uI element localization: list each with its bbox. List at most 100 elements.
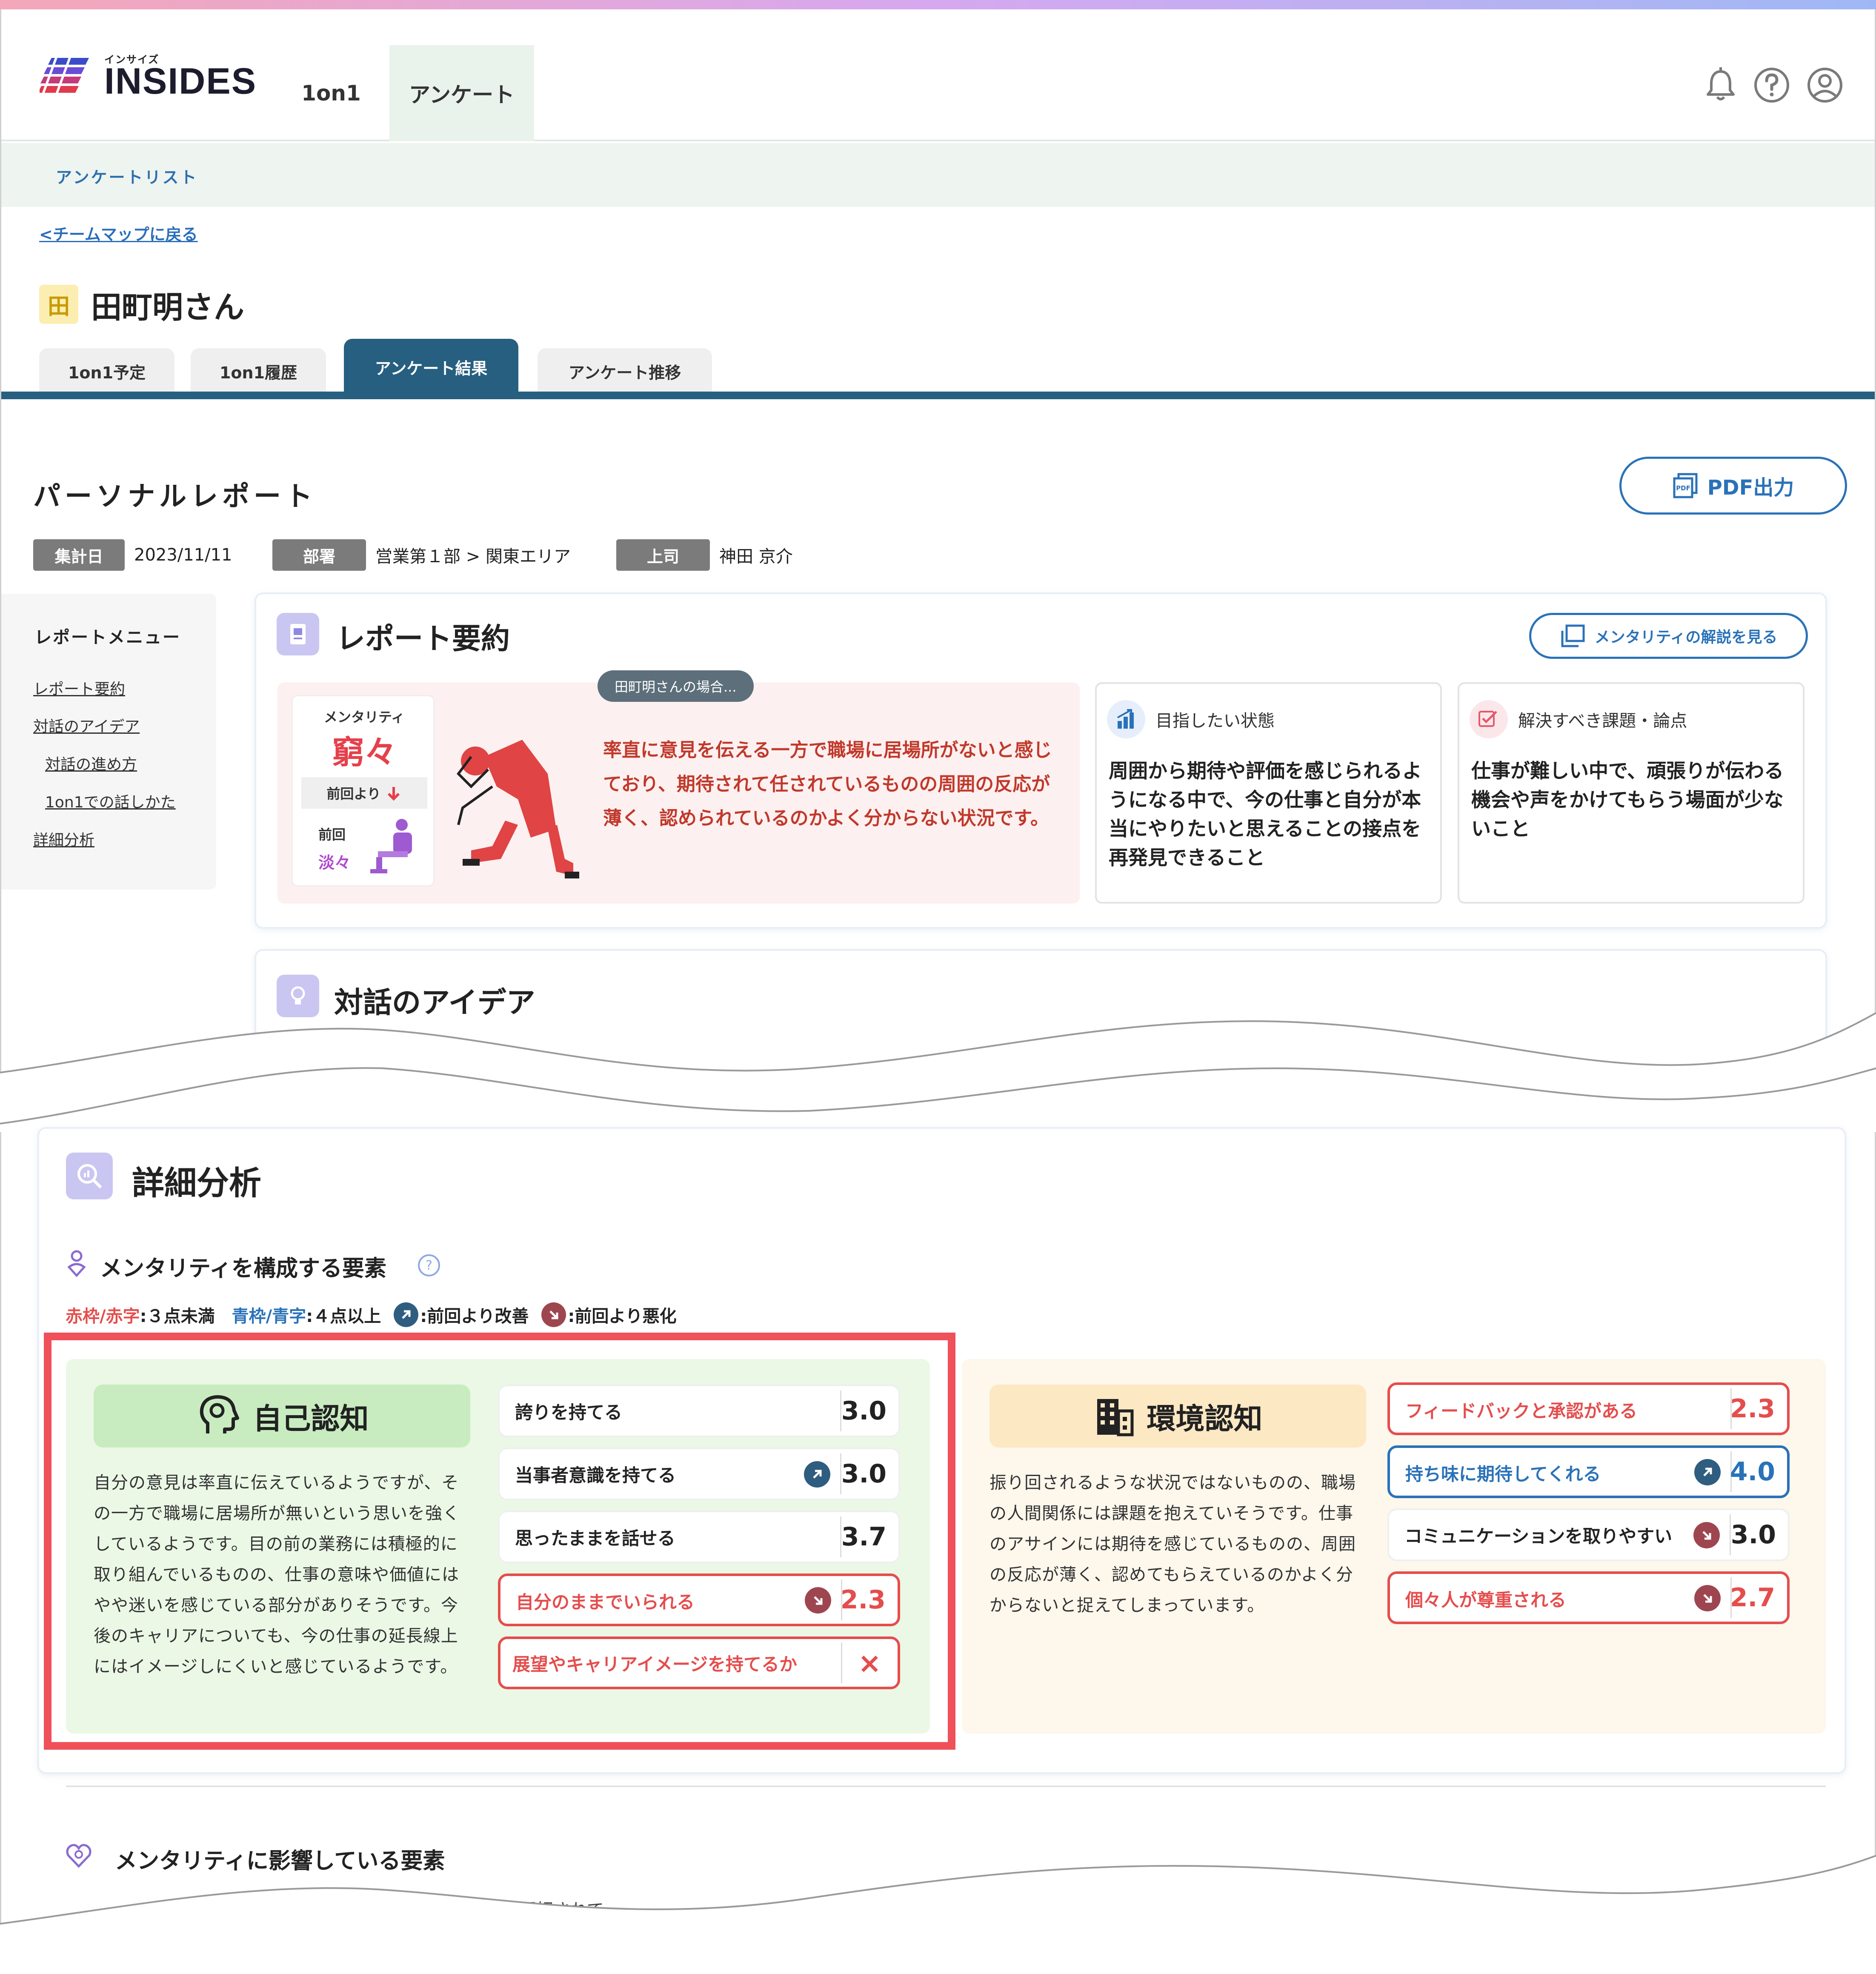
side-menu-item-detail[interactable]: 詳細分析: [33, 828, 94, 850]
summary-text: 率直に意見を伝える一方で職場に居場所がないと感じており、期待されて任されているも…: [603, 739, 1052, 829]
building-icon: [1097, 1399, 1134, 1436]
meta-department-label: 部署: [272, 539, 366, 571]
bell-icon[interactable]: [1699, 64, 1742, 106]
meta-date-value: 2023/11/11: [134, 545, 232, 565]
env-item-feedback-score: 2.3: [1730, 1394, 1775, 1424]
chart-up-icon: [1107, 700, 1145, 738]
logo[interactable]: インサイズ INSIDES: [36, 43, 256, 107]
env-item-communication-score: 3.0: [1730, 1520, 1776, 1550]
side-menu-item-dialog[interactable]: 対話のアイデア: [33, 714, 140, 736]
env-item-feedback-label: フィードバックと承認がある: [1405, 1400, 1638, 1422]
score-legend: 赤枠/赤字 :３点未満 青枠/青字 :４点以上 :前回より改善 :前回より悪化: [66, 1302, 677, 1327]
app-header: インサイズ INSIDES 1on1 アンケート: [1, 9, 1875, 141]
survey-list-link[interactable]: アンケートリスト: [56, 164, 198, 188]
goal-header: 目指したい状態: [1107, 700, 1275, 738]
person-heart-icon: [67, 1250, 86, 1277]
environment-recognition-desc: 振り回されるような状況ではないものの、職場の人間関係には課題を抱えていそうです。…: [989, 1473, 1356, 1615]
legend-red-text: :３点未満: [140, 1307, 215, 1326]
mentality-mini-card: メンタリティ 窮々 前回より 前回 淡々: [292, 695, 435, 887]
logo-mark-icon: [40, 55, 89, 98]
pdf-export-label: PDF出力: [1707, 476, 1794, 500]
side-menu-item-1on1-talk[interactable]: 1on1での話しかた: [45, 790, 176, 812]
legend-blue-label: 青枠/青字: [232, 1307, 306, 1326]
edit-note-icon: [1470, 700, 1508, 738]
prev-value: 淡々: [318, 853, 351, 872]
env-item-feedback: フィードバックと承認がある 2.3: [1387, 1382, 1790, 1435]
env-item-expectation: 持ち味に期待してくれる 4.0: [1387, 1445, 1790, 1498]
mentality-explain-button[interactable]: メンタリティの解説を見る: [1529, 613, 1808, 659]
side-menu-item-dialog-flow[interactable]: 対話の進め方: [45, 752, 137, 774]
copy-window-icon: [1561, 624, 1585, 647]
detail-analysis-title: 詳細分析: [132, 1164, 261, 1202]
person-header: 田 田町明さん: [39, 283, 244, 326]
logo-text: INSIDES: [104, 61, 257, 102]
mentality-label: メンタリティ: [323, 709, 405, 725]
meta-manager-label: 上司: [616, 539, 710, 571]
prev-compare-label: 前回より: [326, 786, 381, 802]
legend-up-text: :前回より改善: [420, 1307, 529, 1326]
highlight-frame: [44, 1333, 955, 1750]
prev-compare-row: 前回より: [301, 777, 427, 809]
env-item-expectation-label: 持ち味に期待してくれる: [1405, 1463, 1601, 1485]
pdf-export-button[interactable]: PDF PDF出力: [1619, 457, 1847, 515]
mentality-explain-label: メンタリティの解説を見る: [1594, 629, 1778, 646]
trend-up-icon: [1694, 1459, 1721, 1485]
person-name: 田町明さん: [91, 289, 245, 325]
page-title: パーソナルレポート: [33, 481, 317, 512]
environment-recognition-header: 環境認知: [989, 1385, 1366, 1448]
section-divider: [66, 1785, 1826, 1787]
arrow-down-icon: [387, 787, 400, 801]
report-icon: [277, 613, 319, 655]
kneeling-person-illustration-icon: [457, 740, 579, 878]
report-side-menu: レポートメニュー レポート要約 対話のアイデア 対話の進め方 1on1での話しか…: [1, 594, 216, 890]
goal-text: 周囲から期待や評価を感じられるようになる中で、今の仕事と自分が本当にやりたいと思…: [1109, 759, 1422, 869]
mentality-value: 窮々: [332, 733, 397, 771]
legend-down-text: :前回より悪化: [568, 1307, 677, 1326]
tab-survey-result[interactable]: アンケート結果: [344, 339, 518, 395]
meta-manager: 上司 神田 京介: [616, 538, 793, 572]
nav-tab-1on1[interactable]: 1on1: [282, 45, 380, 141]
trend-down-icon: [1693, 1522, 1720, 1548]
env-item-communication: コミュニケーションを取りやすい 3.0: [1387, 1508, 1790, 1561]
goal-title: 目指したい状態: [1155, 711, 1275, 731]
meta-department: 部署 営業第１部 > 関東エリア: [272, 538, 571, 572]
nav-tab-survey[interactable]: アンケート: [389, 45, 534, 141]
env-item-respect: 個々人が尊重される 2.7: [1387, 1571, 1790, 1624]
meta-department-value: 営業第１部 > 関東エリア: [375, 547, 571, 566]
meta-date: 集計日 2023/11/11: [33, 538, 232, 572]
summary-highlight-box: メンタリティ 窮々 前回より 前回 淡々 田町明さんの場合... 率直に意見を伝…: [277, 670, 1080, 904]
person-case-speech-bubble: 田町明さんの場合...: [598, 670, 754, 702]
issue-text: 仕事が難しい中で、頑張りが伝わる機会や声をかけてもらう場面が少ないこと: [1471, 759, 1784, 840]
env-item-respect-label: 個々人が尊重される: [1405, 1589, 1567, 1611]
legend-blue-text: :４点以上: [306, 1307, 381, 1326]
tab-1on1-schedule[interactable]: 1on1予定: [39, 348, 174, 394]
account-icon[interactable]: [1804, 64, 1846, 106]
sub-navigation: アンケートリスト: [1, 143, 1875, 207]
help-icon[interactable]: [1750, 64, 1793, 106]
environment-recognition-panel: 環境認知 振り回されるような状況ではないものの、職場の人間関係には課題を抱えてい…: [962, 1359, 1826, 1734]
issue-box: 解決すべき課題・論点 仕事が難しい中で、頑張りが伝わる機会や声をかけてもらう場面…: [1458, 682, 1805, 904]
issue-title: 解決すべき課題・論点: [1518, 711, 1687, 731]
side-menu-title: レポートメニュー: [34, 628, 181, 647]
trend-down-icon: [1694, 1585, 1721, 1611]
tab-1on1-history[interactable]: 1on1履歴: [191, 348, 326, 394]
person-initial-badge: 田: [39, 285, 78, 324]
prev-label: 前回: [318, 827, 346, 843]
top-gradient-bar: [0, 0, 1876, 9]
side-menu-item-summary[interactable]: レポート要約: [33, 677, 125, 699]
torn-edge-top: [0, 1012, 1876, 1132]
magnifier-chart-icon: [66, 1153, 113, 1199]
torn-edge-bottom: [0, 1855, 1876, 1974]
frame-left: [0, 9, 1, 1974]
trend-up-icon: [394, 1302, 419, 1327]
tab-survey-trend[interactable]: アンケート推移: [538, 348, 712, 394]
environment-recognition-title: 環境認知: [1147, 1402, 1263, 1436]
report-summary-title: レポート要約: [336, 622, 510, 656]
env-item-expectation-score: 4.0: [1730, 1457, 1775, 1487]
meta-date-label: 集計日: [33, 539, 125, 571]
mentality-elements-title: メンタリティを構成する要素: [100, 1256, 386, 1282]
help-circle-icon[interactable]: ?: [417, 1253, 441, 1277]
back-to-teammap-link[interactable]: <チームマップに戻る: [39, 221, 198, 245]
env-item-respect-score: 2.7: [1730, 1583, 1775, 1613]
svg-text:?: ?: [426, 1258, 432, 1273]
